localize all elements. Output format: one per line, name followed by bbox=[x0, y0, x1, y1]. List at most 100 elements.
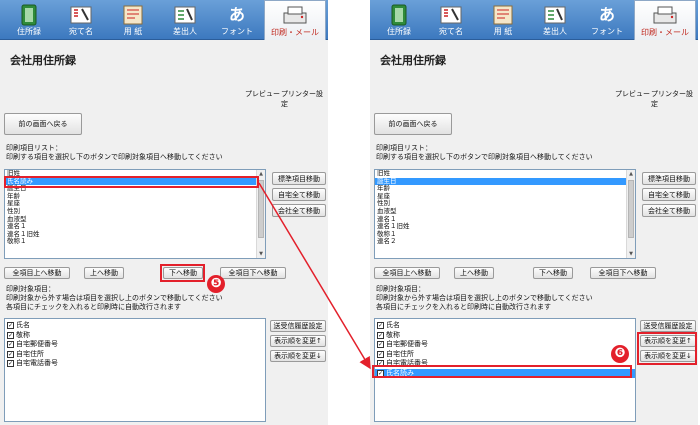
check-item[interactable]: ✓ 敬称 bbox=[5, 331, 265, 341]
address-book-icon bbox=[21, 4, 37, 26]
home-all-move-button[interactable]: 自宅全て移動 bbox=[642, 188, 696, 201]
order-up-button[interactable]: 表示順を変更↑ bbox=[270, 335, 326, 347]
addressee-icon bbox=[440, 6, 462, 24]
checkbox[interactable]: ✓ bbox=[377, 322, 384, 330]
scroll-thumb[interactable] bbox=[258, 180, 264, 238]
tab-sender[interactable]: 差出人 bbox=[160, 0, 210, 40]
up-button[interactable]: 上へ移動 bbox=[84, 267, 124, 279]
scrollbar[interactable]: ▲ ▼ bbox=[626, 170, 635, 258]
check-item[interactable]: ✓ 氏名 bbox=[375, 321, 635, 331]
paper-icon bbox=[123, 5, 143, 25]
send-history-button[interactable]: 送受信履歴設定 bbox=[640, 320, 696, 332]
scroll-down-icon[interactable]: ▼ bbox=[627, 250, 635, 258]
list-item[interactable]: 星座 bbox=[375, 192, 635, 201]
order-down-button[interactable]: 表示順を変更↓ bbox=[270, 350, 326, 362]
list-item[interactable]: 性別 bbox=[5, 207, 265, 216]
all-up-button[interactable]: 全項目上へ移動 bbox=[374, 267, 440, 279]
list-item[interactable]: 星座 bbox=[5, 200, 265, 208]
toolbar: 住所録 宛て名 用 紙 差出人 あ フォント 印刷・メール bbox=[0, 0, 328, 40]
step-6-badge: ❻ bbox=[611, 345, 629, 363]
tab-address-book[interactable]: 住所録 bbox=[4, 0, 54, 40]
tab-addressee[interactable]: 宛て名 bbox=[426, 0, 476, 40]
paper-icon bbox=[493, 5, 513, 25]
tab-paper[interactable]: 用 紙 bbox=[478, 0, 528, 40]
tab-paper[interactable]: 用 紙 bbox=[108, 0, 158, 40]
list-item[interactable]: 連名１旧姓 bbox=[375, 223, 635, 231]
target-items-list[interactable]: ✓ 氏名 ✓ 敬称 ✓ 自宅郵便番号 ✓ 自宅住所 ✓ 自宅電話番号 bbox=[4, 318, 266, 422]
preview-link[interactable]: プレビュー bbox=[615, 89, 650, 99]
tab-addressee[interactable]: 宛て名 bbox=[56, 0, 106, 40]
scroll-down-icon[interactable]: ▼ bbox=[257, 250, 265, 258]
list-item[interactable]: 敬称１ bbox=[5, 238, 265, 246]
down-button[interactable]: 下へ移動 bbox=[533, 267, 573, 279]
check-item[interactable]: ✓ 自宅郵便番号 bbox=[375, 340, 635, 350]
check-item[interactable]: ✓ 自宅住所 bbox=[5, 350, 265, 360]
printer-mail-icon bbox=[653, 6, 677, 24]
page-title: 会社用住所録 bbox=[10, 54, 76, 67]
all-down-button[interactable]: 全項目下へ移動 bbox=[590, 267, 656, 279]
tab-font[interactable]: あ フォント bbox=[582, 0, 632, 40]
check-item[interactable]: ✓ 自宅電話番号 bbox=[5, 359, 265, 369]
print-items-caption: 印刷項目リスト： bbox=[376, 144, 432, 152]
back-button[interactable]: 前の画面へ戻る bbox=[4, 113, 82, 135]
target-items-hint-2: 各項目にチェックを入れると印刷時に自動改行されます bbox=[376, 303, 551, 311]
list-item[interactable]: 連名１旧姓 bbox=[5, 230, 265, 239]
target-items-caption: 印刷対象項目： bbox=[6, 285, 55, 293]
company-all-move-button[interactable]: 会社全て移動 bbox=[272, 204, 326, 217]
all-down-button[interactable]: 全項目下へ移動 bbox=[220, 267, 286, 279]
up-button[interactable]: 上へ移動 bbox=[454, 267, 494, 279]
tab-sender[interactable]: 差出人 bbox=[530, 0, 580, 40]
printer-mail-icon bbox=[283, 6, 307, 24]
preview-link[interactable]: プレビュー bbox=[245, 89, 280, 99]
checkbox[interactable]: ✓ bbox=[7, 350, 14, 358]
list-item[interactable]: 連名１ bbox=[375, 215, 635, 224]
standard-move-button[interactable]: 標準項目移動 bbox=[642, 172, 696, 185]
target-items-caption: 印刷対象項目： bbox=[376, 285, 425, 293]
step-5-badge: ❺ bbox=[207, 275, 225, 293]
back-button[interactable]: 前の画面へ戻る bbox=[374, 113, 452, 135]
checkbox[interactable]: ✓ bbox=[377, 331, 384, 339]
list-item[interactable]: 年齢 bbox=[5, 192, 265, 201]
printer-settings-link[interactable]: プリンター設定 bbox=[281, 89, 328, 109]
checkbox[interactable]: ✓ bbox=[377, 341, 384, 349]
scroll-thumb[interactable] bbox=[628, 180, 634, 238]
print-items-hint: 印刷する項目を選択し下のボタンで印刷対象項目へ移動してください bbox=[376, 153, 593, 161]
list-item[interactable]: 年齢 bbox=[375, 185, 635, 193]
address-book-icon bbox=[391, 4, 407, 26]
check-item[interactable]: ✓ 自宅住所 bbox=[375, 350, 635, 360]
tab-address-book[interactable]: 住所録 bbox=[374, 0, 424, 40]
company-all-move-button[interactable]: 会社全て移動 bbox=[642, 204, 696, 217]
list-item[interactable]: 連名２ bbox=[375, 238, 635, 246]
left-panel: 住所録 宛て名 用 紙 差出人 あ フォント 印刷・メール 会社用住所録 プレビ… bbox=[0, 0, 328, 425]
list-item-selected[interactable]: 誕生日 bbox=[375, 177, 635, 186]
send-history-button[interactable]: 送受信履歴設定 bbox=[270, 320, 326, 332]
all-up-button[interactable]: 全項目上へ移動 bbox=[4, 267, 70, 279]
print-items-list[interactable]: 旧姓 誕生日 年齢 星座 性別 血液型 連名１ 連名１旧姓 敬称１ 連名２ ▲ … bbox=[374, 169, 636, 259]
standard-move-button[interactable]: 標準項目移動 bbox=[272, 172, 326, 185]
home-all-move-button[interactable]: 自宅全て移動 bbox=[272, 188, 326, 201]
check-item[interactable]: ✓ 自宅郵便番号 bbox=[5, 340, 265, 350]
list-item[interactable]: 連名１ bbox=[5, 223, 265, 231]
printer-settings-link[interactable]: プリンター設定 bbox=[651, 89, 698, 109]
checkbox[interactable]: ✓ bbox=[7, 322, 14, 330]
checkbox[interactable]: ✓ bbox=[7, 360, 14, 368]
list-item[interactable]: 旧姓 bbox=[375, 170, 635, 178]
check-item[interactable]: ✓ 氏名 bbox=[5, 321, 265, 331]
scroll-up-icon[interactable]: ▲ bbox=[627, 170, 635, 178]
checkbox[interactable]: ✓ bbox=[377, 350, 384, 358]
tab-print-mail[interactable]: 印刷・メール bbox=[634, 0, 696, 40]
highlight-order-buttons bbox=[637, 332, 697, 365]
tab-print-mail[interactable]: 印刷・メール bbox=[264, 0, 326, 40]
list-item[interactable]: 血液型 bbox=[5, 215, 265, 224]
font-icon: あ bbox=[228, 5, 245, 24]
checkbox[interactable]: ✓ bbox=[7, 331, 14, 339]
list-item[interactable]: 性別 bbox=[375, 200, 635, 208]
print-items-caption: 印刷項目リスト： bbox=[6, 144, 62, 152]
list-item[interactable]: 敬称１ bbox=[375, 230, 635, 239]
checkbox[interactable]: ✓ bbox=[7, 341, 14, 349]
tab-font[interactable]: あ フォント bbox=[212, 0, 262, 40]
check-item[interactable]: ✓ 敬称 bbox=[375, 331, 635, 341]
list-item[interactable]: 血液型 bbox=[375, 207, 635, 216]
toolbar: 住所録 宛て名 用 紙 差出人 あ フォント 印刷・メール bbox=[370, 0, 698, 40]
font-icon: あ bbox=[598, 5, 615, 24]
